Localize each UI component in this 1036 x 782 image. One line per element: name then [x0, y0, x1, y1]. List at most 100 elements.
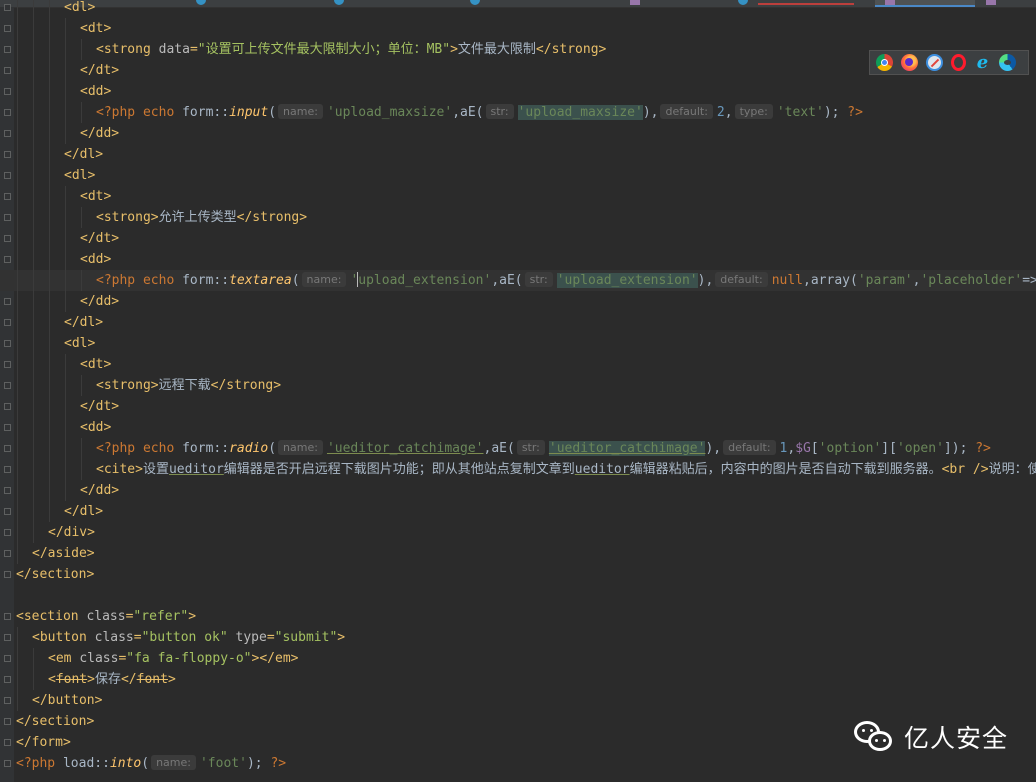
indent-guide [33, 291, 34, 312]
code-line[interactable]: </section> [0, 564, 1036, 585]
code-line[interactable]: <dl> [0, 0, 1036, 18]
code-token: </strong> [535, 42, 607, 57]
indent-guide [49, 291, 50, 312]
code-line[interactable]: <?php echo form::radio(name:'ueditor_cat… [0, 438, 1036, 459]
code-token: , [724, 105, 733, 120]
code-line[interactable]: <em class="fa fa-floppy-o"></em> [0, 648, 1036, 669]
code-token: </dt> [80, 63, 120, 78]
code-token: 编辑器是否开启远程下载图片功能；即从其他站点复制文章到 [223, 462, 575, 477]
code-line[interactable]: <button class="button ok" type="submit"> [0, 627, 1036, 648]
code-token: echo [142, 273, 183, 288]
indent-guide [49, 417, 50, 438]
indent-guide [33, 123, 34, 144]
code-line[interactable]: <dt> [0, 18, 1036, 39]
code-line[interactable]: <section class="refer"> [0, 606, 1036, 627]
code-token: </section> [16, 567, 95, 582]
code-token: </dd> [80, 126, 120, 141]
code-line[interactable]: <?php echo form::textarea(name: 'upload_e… [0, 270, 1036, 291]
ie-icon[interactable]: e [974, 54, 991, 72]
code-token: <section [16, 609, 87, 624]
indent-guide [17, 648, 18, 669]
code-token: </button> [32, 693, 103, 708]
code-line[interactable]: </dt> [0, 396, 1036, 417]
code-line[interactable]: <dt> [0, 354, 1036, 375]
indent-guide [17, 501, 18, 522]
code-line[interactable]: </dl> [0, 312, 1036, 333]
code-token: 'param' [857, 273, 913, 288]
safari-icon[interactable] [926, 54, 943, 71]
code-token: 保存 [94, 672, 121, 687]
opera-icon[interactable] [951, 54, 966, 71]
code-token: class [94, 630, 134, 645]
indent-guide [17, 228, 18, 249]
parameter-hint: type: [734, 104, 773, 119]
code-token: > [167, 672, 176, 687]
indent-guide [65, 39, 66, 60]
code-line-content: <em class="fa fa-floppy-o"></em> [48, 648, 298, 669]
code-line-content: <strong data="设置可上传文件最大限制大小；单位：MB">文件最大限… [96, 39, 606, 60]
code-editor[interactable]: <dl> <dt> <strong data="设置可上传文件最大限制大小；单位：M… [0, 0, 1036, 782]
code-token: ][ [881, 441, 897, 456]
edge-icon[interactable] [999, 54, 1016, 71]
indent-guide [49, 480, 50, 501]
code-line-content: </dd> [80, 480, 119, 501]
code-line[interactable]: </button> [0, 690, 1036, 711]
code-token: 'ueditor_catchimage' [326, 441, 484, 456]
code-line[interactable]: <strong>远程下载</strong> [0, 375, 1036, 396]
code-line[interactable]: <cite>设置ueditor编辑器是否开启远程下载图片功能；即从其他站点复制文… [0, 459, 1036, 480]
code-line[interactable]: </dd> [0, 291, 1036, 312]
code-line-content: </aside> [32, 543, 95, 564]
watermark: 亿人安全 [852, 716, 1012, 758]
code-token: 'placeholder' [920, 273, 1023, 288]
code-line[interactable]: </dd> [0, 123, 1036, 144]
code-token: ]); [943, 441, 976, 456]
code-token: <dd> [80, 252, 112, 267]
code-line[interactable]: <dd> [0, 81, 1036, 102]
code-line[interactable]: <dd> [0, 417, 1036, 438]
code-token: [ [810, 441, 819, 456]
code-line[interactable]: <?php echo form::input(name:'upload_maxs… [0, 102, 1036, 123]
code-line[interactable]: </dd> [0, 480, 1036, 501]
indent-guide [17, 543, 18, 564]
code-token: <?php [96, 105, 143, 120]
code-line[interactable]: <dt> [0, 186, 1036, 207]
code-line[interactable] [0, 585, 1036, 606]
indent-guide [17, 81, 18, 102]
indent-guide [49, 333, 50, 354]
indent-guide [33, 39, 34, 60]
code-line[interactable]: </dl> [0, 144, 1036, 165]
code-token: 设置 [142, 462, 169, 477]
indent-guide [17, 312, 18, 333]
code-line[interactable]: <dd> [0, 249, 1036, 270]
code-token: <button [32, 630, 95, 645]
indent-guide [49, 249, 50, 270]
code-line[interactable]: </aside> [0, 543, 1036, 564]
indent-guide [33, 186, 34, 207]
code-token: form:: [182, 105, 230, 120]
code-line[interactable]: <dl> [0, 165, 1036, 186]
code-line-content: <?php load::into(name:'foot'); ?> [16, 753, 286, 774]
code-token: </strong> [210, 378, 282, 393]
code-token: ); [823, 105, 848, 120]
indent-guide [65, 417, 66, 438]
code-line-content: </dt> [80, 396, 119, 417]
code-line[interactable]: <strong>允许上传类型</strong> [0, 207, 1036, 228]
code-token: 远程下载 [158, 378, 211, 393]
indent-guide [17, 669, 18, 690]
code-line[interactable]: <dl> [0, 333, 1036, 354]
code-token: > [188, 609, 197, 624]
indent-guide [81, 375, 82, 396]
indent-guide [81, 39, 82, 60]
firefox-icon[interactable] [901, 54, 918, 71]
indent-guide [65, 375, 66, 396]
chrome-icon[interactable] [876, 54, 893, 71]
code-line[interactable]: </dl> [0, 501, 1036, 522]
indent-guide [17, 690, 18, 711]
code-line[interactable]: <font>保存</font> [0, 669, 1036, 690]
code-line[interactable]: </div> [0, 522, 1036, 543]
code-line[interactable]: </dt> [0, 228, 1036, 249]
indent-guide [65, 480, 66, 501]
indent-guide [17, 480, 18, 501]
code-token: ( [268, 441, 277, 456]
code-token: radio [229, 441, 269, 456]
